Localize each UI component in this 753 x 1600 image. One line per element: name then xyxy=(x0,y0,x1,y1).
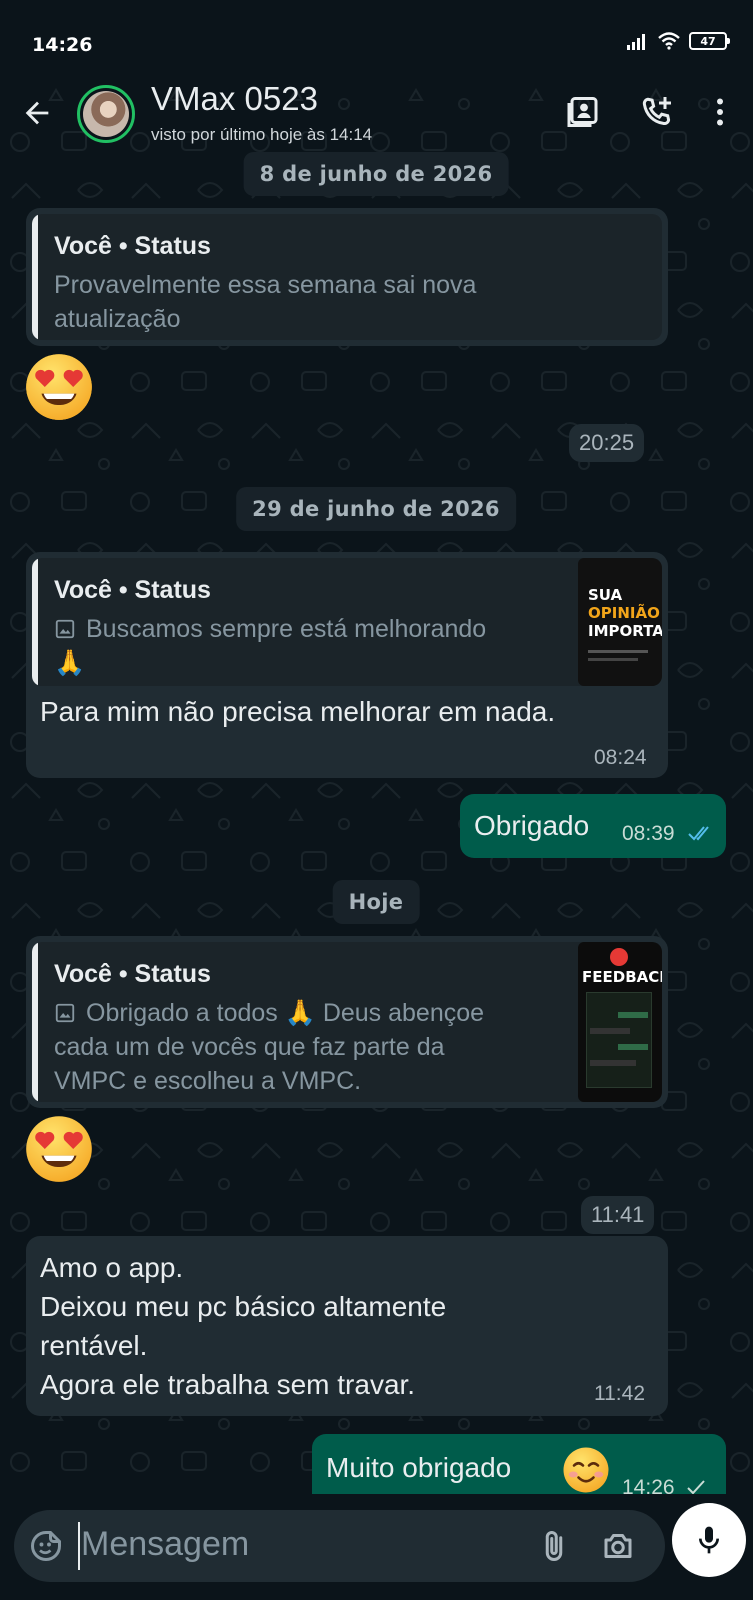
last-seen: visto por último hoje às 14:14 xyxy=(151,125,373,144)
attach-icon[interactable] xyxy=(536,1528,572,1564)
incoming-message[interactable]: Você • Status Buscamos sempre está melho… xyxy=(26,552,668,778)
outgoing-message[interactable]: Obrigado 08:39 xyxy=(460,794,726,858)
status-reply-quote[interactable]: Você • Status Buscamos sempre está melho… xyxy=(32,558,662,686)
chat-header: VMax 0523 visto por último hoje às 14:14 xyxy=(0,76,753,156)
quote-bar xyxy=(32,558,38,686)
quote-text: VMPC e escolheu a VMPC. xyxy=(54,1067,362,1095)
message-time: 20:25 xyxy=(569,424,645,462)
avatar[interactable] xyxy=(77,85,135,143)
mic-button[interactable] xyxy=(672,1503,746,1577)
quote-title: Você • Status xyxy=(54,960,211,988)
quote-text: Obrigado a todos 🙏 Deus abençoe xyxy=(86,999,485,1027)
message-time: 11:42 xyxy=(594,1382,645,1405)
contact-name[interactable]: VMax 0523 xyxy=(151,80,318,118)
read-ticks-icon xyxy=(688,826,709,841)
battery-icon: 47 xyxy=(689,32,730,50)
contact-card-icon[interactable] xyxy=(566,94,602,130)
thumb-text: SUA xyxy=(588,586,623,604)
quote-title: Você • Status xyxy=(54,232,211,260)
date-separator: 29 de junho de 2026 xyxy=(236,487,516,531)
message-text: Amo o app. Deixou meu pc básico altament… xyxy=(40,1252,447,1400)
status-icons: 47 xyxy=(627,32,730,50)
quote-title: Você • Status xyxy=(54,576,211,604)
quote-text: cada um de vocês que faz parte da xyxy=(54,1033,445,1061)
quote-text: 🙏 xyxy=(54,649,86,677)
image-icon xyxy=(55,619,75,639)
wifi-icon xyxy=(658,32,680,50)
date-separator: 8 de junho de 2026 xyxy=(243,152,509,196)
heart-eyes-emoji-icon[interactable] xyxy=(24,352,94,422)
message-time: 08:39 xyxy=(622,822,675,845)
thumb-text: IMPORTA. xyxy=(588,622,662,640)
message-text: Obrigado xyxy=(474,810,590,841)
quote-bar xyxy=(32,214,38,340)
quote-bar xyxy=(32,942,38,1102)
back-arrow-icon[interactable] xyxy=(20,96,54,130)
add-call-icon[interactable] xyxy=(638,94,674,130)
text-cursor xyxy=(78,1522,80,1570)
date-separator: Hoje xyxy=(332,880,420,924)
heart-eyes-emoji-icon[interactable] xyxy=(24,1114,94,1184)
signal-icon xyxy=(627,34,645,50)
smiling-face-icon xyxy=(563,1447,609,1493)
incoming-message[interactable]: Você • Status Obrigado a todos 🙏 Deus ab… xyxy=(26,936,668,1108)
quote-text: Buscamos sempre está melhorando xyxy=(86,615,487,643)
incoming-message[interactable]: Você • Status Provavelmente essa semana … xyxy=(26,208,668,346)
incoming-message[interactable]: Amo o app. Deixou meu pc básico altament… xyxy=(26,1236,668,1416)
battery-level: 47 xyxy=(700,34,716,48)
thumb-text: OPINIÃO xyxy=(588,604,660,622)
quote-text: atualização xyxy=(54,305,181,333)
quote-text: Provavelmente essa semana sai nova xyxy=(54,271,477,299)
message-time: 11:41 xyxy=(581,1196,655,1234)
status-time: 14:26 xyxy=(32,34,93,56)
thumb-text: FEEDBACKS xyxy=(582,968,662,986)
camera-icon[interactable] xyxy=(600,1528,636,1564)
status-thumbnail[interactable]: FEEDBACKS xyxy=(578,942,662,1102)
status-thumbnail[interactable]: SUA OPINIÃO IMPORTA. xyxy=(578,558,662,686)
status-reply-quote[interactable]: Você • Status Provavelmente essa semana … xyxy=(32,214,662,340)
message-placeholder[interactable]: Mensagem xyxy=(81,1525,249,1564)
more-vert-icon[interactable] xyxy=(702,94,738,130)
status-bar: 14:26 47 xyxy=(0,0,753,88)
message-input[interactable]: Mensagem xyxy=(14,1510,665,1582)
sticker-icon[interactable] xyxy=(28,1528,64,1564)
status-reply-quote[interactable]: Você • Status Obrigado a todos 🙏 Deus ab… xyxy=(32,942,662,1102)
message-time: 08:24 xyxy=(594,746,647,769)
message-text: Muito obrigado xyxy=(326,1452,512,1483)
composer-bar: Mensagem xyxy=(0,1494,753,1600)
mic-icon xyxy=(699,1526,719,1554)
image-icon xyxy=(55,1003,75,1023)
message-text: Para mim não precisa melhorar em nada. xyxy=(40,696,556,727)
